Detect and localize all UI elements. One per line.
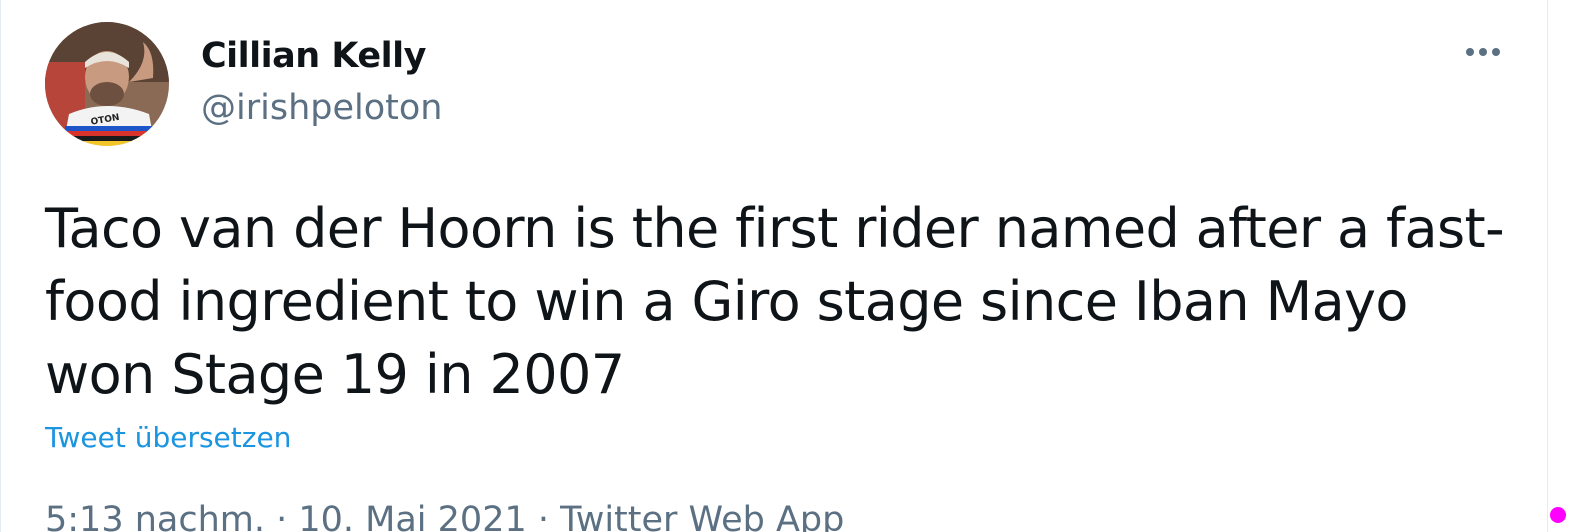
tweet-text: Taco van der Hoorn is the first rider na… [45, 197, 1505, 406]
cursor-indicator [1550, 507, 1566, 523]
more-options-button[interactable] [1457, 30, 1509, 74]
avatar[interactable]: OTON [45, 22, 169, 146]
tweet-timestamp-source[interactable]: 5:13 nachm. · 10. Mai 2021 · Twitter Web… [45, 496, 844, 532]
avatar-image: OTON [45, 22, 169, 146]
translate-tweet-link[interactable]: Tweet übersetzen [45, 418, 291, 458]
more-horizontal-icon [1466, 48, 1500, 56]
tweet-card: OTON Cillian Kelly @irishpeloton Taco va… [0, 0, 1548, 532]
author-handle[interactable]: @irishpeloton [201, 86, 442, 130]
author-name[interactable]: Cillian Kelly [201, 34, 426, 78]
